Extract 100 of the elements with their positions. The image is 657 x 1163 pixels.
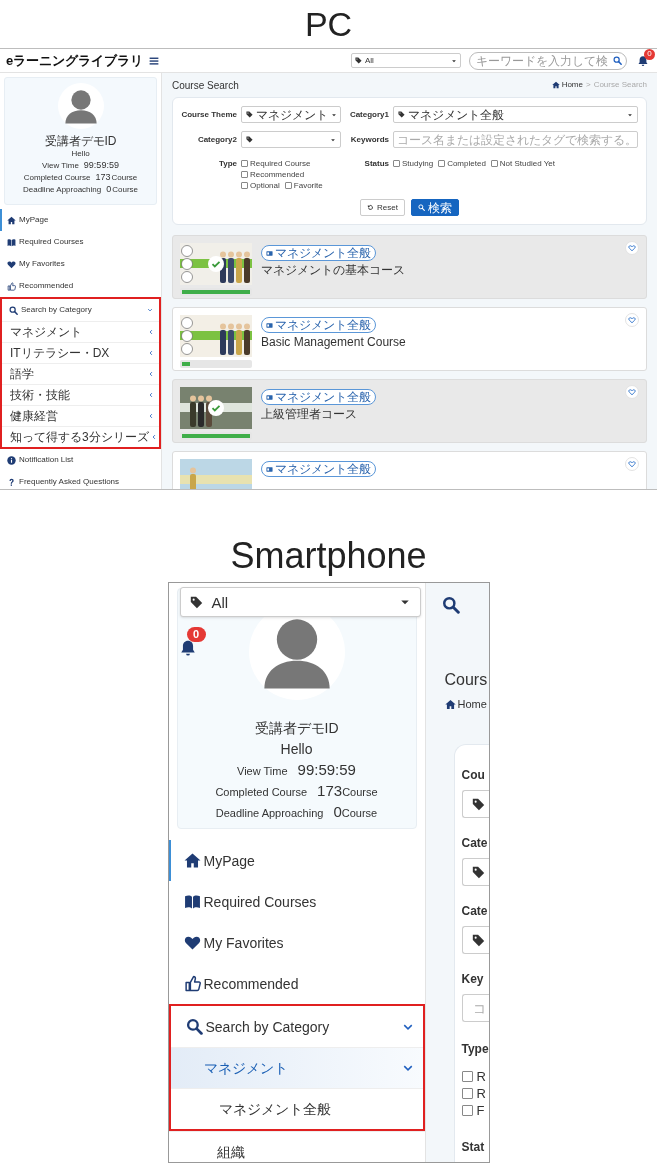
user-name: 受講者デモID	[254, 719, 339, 738]
breadcrumb-link[interactable]: Home	[551, 79, 583, 91]
stat-unit: Course	[341, 806, 378, 821]
nav-item[interactable]: Recommended	[168, 963, 425, 1004]
checkbox[interactable]	[461, 1071, 473, 1082]
nav-item[interactable]: My Favorites	[168, 922, 425, 963]
nav-item[interactable]: 健康経営	[2, 405, 159, 426]
checkbox[interactable]	[284, 182, 292, 189]
menu-icon[interactable]	[149, 55, 160, 66]
logo: eラーニングライブラリ	[6, 54, 144, 67]
book-icon	[7, 237, 16, 247]
nav-item[interactable]: Recommended	[0, 275, 161, 297]
select-field[interactable]	[461, 858, 489, 886]
nav-item[interactable]: Search by Category	[170, 1006, 423, 1047]
home-icon	[551, 81, 560, 89]
heart-icon	[628, 460, 636, 468]
course-title: マネジメントの基本コース	[261, 264, 405, 277]
tag-icon	[246, 111, 253, 118]
notification-badge: 0	[644, 49, 655, 60]
course-card[interactable]: マネジメント全般 Basic Management Course	[172, 307, 647, 371]
caret-icon	[330, 136, 336, 143]
nav-item[interactable]: My Favorites	[0, 253, 161, 275]
favorite-button[interactable]	[625, 241, 639, 255]
nav-item[interactable]: 技術・技能	[2, 384, 159, 405]
nav-item[interactable]: マネジメント全般	[170, 1088, 423, 1129]
select-field[interactable]: マネジメント全般	[393, 106, 638, 123]
breadcrumb-link[interactable]: Home	[444, 697, 487, 712]
stat-label: View Time	[42, 162, 79, 170]
field-label: Status	[363, 158, 389, 169]
tag-icon	[471, 933, 485, 947]
stat-value: 0	[333, 802, 342, 822]
course-card[interactable]: マネジメント全般	[172, 451, 647, 489]
stat-label: Completed Course	[215, 785, 308, 800]
search-icon	[185, 1018, 203, 1035]
nav-item[interactable]: 組織	[168, 1131, 425, 1162]
reset-icon	[367, 204, 375, 211]
nav-item[interactable]: Frequently Asked Questions	[0, 471, 161, 489]
search-icon[interactable]	[613, 56, 622, 65]
checkbox[interactable]	[241, 160, 248, 167]
nav-item[interactable]: 知って得する3分シリーズ	[2, 426, 159, 447]
checkbox[interactable]	[241, 171, 248, 178]
nav-item[interactable]: ITリテラシー・DX	[2, 342, 159, 363]
stat-label: View Time	[237, 764, 288, 779]
course-card[interactable]: マネジメント全般 上級管理者コース	[172, 379, 647, 443]
nav-item[interactable]: Required Courses	[168, 881, 425, 922]
checkbox[interactable]	[461, 1105, 473, 1116]
filter-select[interactable]: All	[179, 587, 421, 617]
bell-icon[interactable]	[178, 639, 197, 657]
field-label: Category1	[348, 108, 389, 121]
caret-icon	[331, 111, 337, 118]
user-name: 受講者デモID	[44, 135, 117, 147]
field-label: Cate	[461, 835, 489, 851]
caption: PC	[304, 7, 353, 41]
text-field[interactable]: コ	[461, 994, 489, 1022]
select-field[interactable]: マネジメント	[241, 106, 341, 123]
option-label: Completed	[447, 157, 486, 170]
search-icon[interactable]	[441, 596, 460, 614]
nav-item[interactable]: Required Courses	[0, 231, 161, 253]
field-label: Keywords	[349, 133, 389, 146]
category-label: マネジメント全般	[275, 319, 371, 331]
home-icon	[183, 852, 201, 869]
stat-label: Deadline Approaching	[22, 186, 102, 194]
reset-button[interactable]: Reset	[360, 199, 405, 216]
course-card[interactable]: マネジメント全般 マネジメントの基本コース	[172, 235, 647, 299]
stat-value: 173	[317, 781, 343, 801]
select-field[interactable]	[241, 131, 341, 148]
search-button[interactable]: 検索	[410, 199, 459, 216]
thumbs-up-icon	[183, 975, 201, 992]
nav-item[interactable]: 語学	[2, 363, 159, 384]
checkbox[interactable]	[461, 1088, 473, 1099]
checkbox[interactable]	[438, 160, 446, 167]
field-label: Cate	[461, 903, 489, 919]
favorite-button[interactable]	[625, 457, 639, 471]
nav-item[interactable]: マネジメント	[170, 1047, 423, 1088]
filter-select[interactable]: All	[351, 53, 461, 68]
select-field[interactable]	[461, 790, 489, 818]
favorite-button[interactable]	[625, 385, 639, 399]
page-title: Cours	[443, 670, 489, 690]
nav-item[interactable]: マネジメント	[2, 321, 159, 342]
field-label: Key	[461, 971, 485, 987]
nav-item[interactable]: MyPage	[168, 840, 425, 881]
search-field[interactable]: キーワードを入力して検	[469, 51, 627, 70]
nav-item[interactable]: Search by Category	[2, 299, 159, 321]
nav-item[interactable]: Notification List	[0, 449, 161, 471]
tag-icon	[398, 111, 405, 118]
category-label: マネジメント全般	[275, 391, 371, 403]
card-icon	[266, 393, 273, 401]
select-field[interactable]	[461, 926, 489, 954]
tag-icon	[355, 57, 362, 64]
check-icon	[208, 400, 224, 416]
checkbox[interactable]	[490, 160, 498, 167]
favorite-button[interactable]	[625, 313, 639, 327]
checkbox[interactable]	[393, 160, 400, 167]
text-field[interactable]: コース名または設定されたタグで検索する。	[393, 131, 638, 148]
option-label: Favorite	[293, 179, 323, 192]
option-label: R	[476, 1070, 486, 1083]
checkbox[interactable]	[241, 182, 248, 189]
stat-value: 173	[95, 173, 111, 182]
stat-unit: Course	[111, 174, 138, 182]
field-label: Cou	[461, 767, 486, 783]
